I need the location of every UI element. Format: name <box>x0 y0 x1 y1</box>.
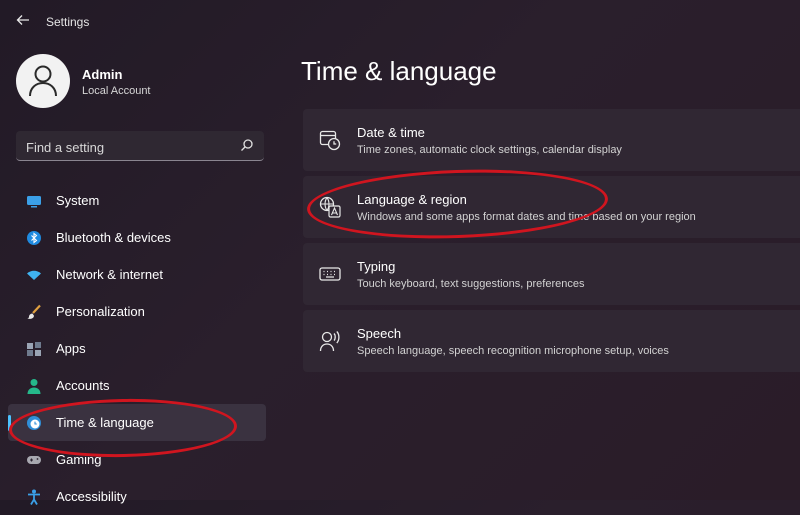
clock-globe-icon <box>27 416 41 430</box>
person-icon <box>29 65 57 97</box>
date-time-card[interactable]: Date & time Time zones, automatic clock … <box>303 109 800 171</box>
accessibility-icon <box>28 489 40 505</box>
calendar-clock-icon <box>319 130 341 151</box>
card-description: Touch keyboard, text suggestions, prefer… <box>357 278 585 290</box>
sidebar-item-personalization[interactable]: Personalization <box>8 293 266 330</box>
avatar <box>16 54 70 108</box>
card-title: Typing <box>357 259 396 274</box>
speech-card[interactable]: Speech Speech language, speech recogniti… <box>303 310 800 372</box>
bluetooth-icon <box>27 231 41 245</box>
settings-list: Date & time Time zones, automatic clock … <box>303 109 800 377</box>
person-icon <box>27 379 41 394</box>
app-title: Settings <box>46 15 90 29</box>
sidebar-item-label: Network & internet <box>56 267 163 282</box>
apps-icon <box>27 342 41 356</box>
keyboard-icon <box>319 267 341 281</box>
user-profile[interactable]: Admin Local Account <box>16 54 276 110</box>
sidebar-item-label: Bluetooth & devices <box>56 230 171 245</box>
typing-card[interactable]: Typing Touch keyboard, text suggestions,… <box>303 243 800 305</box>
search-box[interactable] <box>16 131 264 161</box>
card-description: Speech language, speech recognition micr… <box>357 345 669 357</box>
speech-icon <box>319 331 340 352</box>
sidebar-nav: System Bluetooth & devices Network & int… <box>8 182 266 515</box>
title-bar: Settings <box>0 0 800 44</box>
card-title: Speech <box>357 326 402 341</box>
sidebar-item-label: Time & language <box>56 415 154 430</box>
sidebar-item-label: Personalization <box>56 304 145 319</box>
sidebar-item-label: Apps <box>56 341 86 356</box>
search-icon[interactable] <box>240 138 254 152</box>
brush-icon <box>27 304 41 319</box>
back-arrow-icon <box>16 15 29 25</box>
search-input[interactable] <box>24 136 228 158</box>
sidebar-item-network-internet[interactable]: Network & internet <box>8 256 266 293</box>
sidebar-item-accessibility[interactable]: Accessibility <box>8 478 266 515</box>
sidebar-item-system[interactable]: System <box>8 182 266 219</box>
sidebar-item-label: Accounts <box>56 378 110 393</box>
sidebar-item-bluetooth-devices[interactable]: Bluetooth & devices <box>8 219 266 256</box>
card-title: Date & time <box>357 125 425 140</box>
card-title: Language & region <box>357 192 467 207</box>
language-icon <box>319 196 341 218</box>
card-description: Time zones, automatic clock settings, ca… <box>357 144 622 156</box>
sidebar-item-gaming[interactable]: Gaming <box>8 441 266 478</box>
monitor-icon <box>27 196 41 208</box>
back-button[interactable] <box>12 12 34 34</box>
sidebar-item-label: Gaming <box>56 452 102 467</box>
sidebar-item-label: Accessibility <box>56 489 127 504</box>
language-region-card[interactable]: Language & region Windows and some apps … <box>303 176 800 238</box>
gamepad-icon <box>27 456 41 464</box>
account-type: Local Account <box>82 85 151 97</box>
user-name: Admin <box>82 67 123 82</box>
page-title: Time & language <box>301 56 497 86</box>
sidebar-item-label: System <box>56 193 100 208</box>
card-description: Windows and some apps format dates and t… <box>357 211 696 223</box>
sidebar-item-apps[interactable]: Apps <box>8 330 266 367</box>
sidebar-item-accounts[interactable]: Accounts <box>8 367 266 404</box>
wifi-icon <box>27 270 41 280</box>
sidebar-item-time-language[interactable]: Time & language <box>8 404 266 441</box>
